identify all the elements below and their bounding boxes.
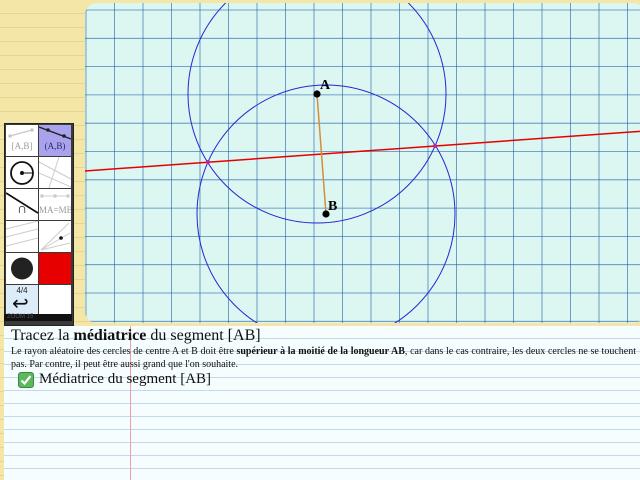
- filled-circle-icon: [11, 257, 33, 280]
- midpoint-tool-label: MA=MB: [39, 205, 71, 215]
- color-white-tool[interactable]: [39, 285, 71, 316]
- circle-centered-a: [187, 3, 447, 224]
- midpoint-tool[interactable]: MA=MB: [39, 189, 71, 220]
- bisector-icon: [40, 222, 71, 251]
- bisector-tool[interactable]: [39, 221, 71, 252]
- intersection-point-left: [206, 160, 210, 164]
- exercise-title: Tracez la médiatrice du segment [AB]: [11, 327, 261, 344]
- exercise-panel: Tracez la médiatrice du segment [AB] Le …: [4, 326, 640, 480]
- task-item: Médiatrice du segment [AB]: [18, 371, 211, 388]
- parallel-tool[interactable]: [6, 221, 38, 252]
- circle-tool[interactable]: [6, 157, 38, 188]
- color-red-tool[interactable]: [39, 253, 71, 284]
- task-label: Médiatrice du segment [AB]: [39, 371, 212, 387]
- geometry-canvas[interactable]: A B: [85, 3, 640, 323]
- toolbox: [A,B] (A,B) ∩ MA=MB 4/4 ↩: [4, 123, 74, 326]
- perpendicular-tool[interactable]: [39, 157, 71, 188]
- undo-icon: ↩: [12, 291, 29, 315]
- segment-tool[interactable]: [A,B]: [6, 125, 38, 156]
- segment-tool-label: [A,B]: [11, 141, 33, 151]
- point-size-tool[interactable]: [6, 253, 38, 284]
- grid: [85, 3, 640, 323]
- point-a-label: A: [320, 78, 331, 93]
- construction-drawing[interactable]: A B: [85, 3, 640, 323]
- mediatrice-line[interactable]: [85, 130, 640, 172]
- toolbox-footer: ZOOM 15: [4, 314, 72, 321]
- circle-icon: [10, 161, 34, 185]
- intersection-tool-label: ∩: [16, 202, 28, 217]
- point-b-label: B: [328, 199, 337, 214]
- line-tool[interactable]: (A,B): [39, 125, 71, 156]
- perpendicular-icon: [39, 157, 71, 188]
- exercise-description: Le rayon aléatoire des cercles de centre…: [11, 346, 636, 370]
- checkmark-icon: [18, 371, 34, 388]
- page-undo-tool[interactable]: 4/4 ↩: [6, 285, 38, 316]
- intersection-tool[interactable]: ∩: [6, 189, 38, 220]
- intersection-point-right: [433, 144, 437, 148]
- parallel-icon: [6, 221, 38, 247]
- line-tool-label: (A,B): [44, 141, 66, 151]
